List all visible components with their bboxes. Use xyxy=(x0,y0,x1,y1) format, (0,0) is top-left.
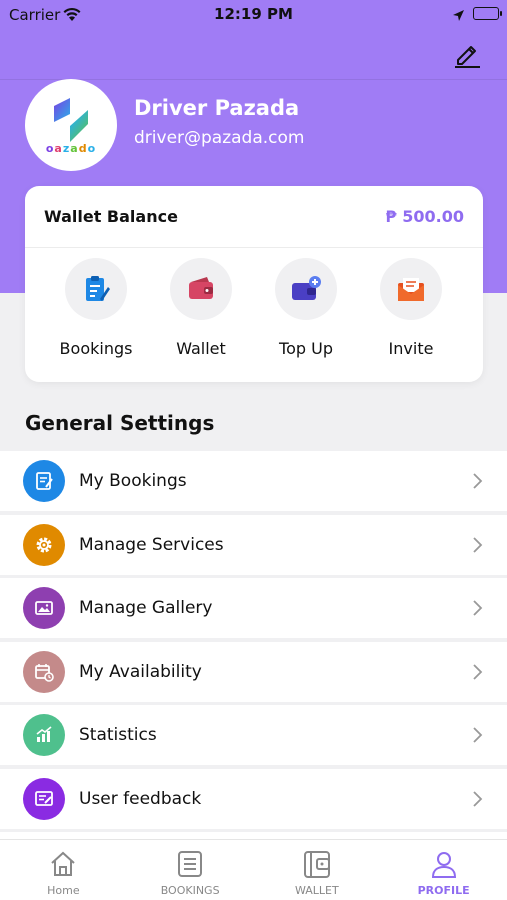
profile-email: driver@pazada.com xyxy=(134,128,305,148)
tab-label: WALLET xyxy=(295,884,339,897)
tab-label: BOOKINGS xyxy=(160,884,220,897)
wallet-icon xyxy=(254,847,381,881)
wallet-card: Wallet Balance ₱ 500.00 Bookings Wallet … xyxy=(25,186,483,382)
battery-icon xyxy=(473,7,502,20)
tab-wallet[interactable]: WALLET xyxy=(254,840,381,900)
wallet-balance-amount: ₱ 500.00 xyxy=(385,207,464,226)
tab-bookings[interactable]: BOOKINGS xyxy=(127,840,254,900)
user-icon xyxy=(380,847,507,881)
tab-profile[interactable]: PROFILE xyxy=(380,840,507,900)
status-bar: Carrier 12:19 PM xyxy=(0,0,507,30)
menu-item-manage-services[interactable]: Manage Services xyxy=(0,514,507,575)
status-time: 12:19 PM xyxy=(214,5,293,23)
tab-home[interactable]: Home xyxy=(0,840,127,900)
settings-menu: My Bookings Manage Services Manage Galle… xyxy=(0,451,507,896)
wallet-balance-label: Wallet Balance xyxy=(44,207,178,226)
feedback-icon xyxy=(23,777,65,820)
quick-action-label: Wallet xyxy=(176,339,226,358)
quick-action-label: Top Up xyxy=(279,339,333,358)
wallet-balance-row[interactable]: Wallet Balance ₱ 500.00 xyxy=(25,186,483,248)
menu-item-label: My Bookings xyxy=(79,471,187,491)
menu-item-label: Statistics xyxy=(79,725,157,745)
wallet-icon xyxy=(170,258,232,320)
menu-item-label: User feedback xyxy=(79,788,202,809)
quick-action-label: Invite xyxy=(388,339,434,358)
home-icon xyxy=(0,847,127,881)
logo-wordmark: oazado xyxy=(45,141,97,155)
list-icon xyxy=(127,847,254,881)
quick-action-bookings[interactable]: Bookings xyxy=(46,258,146,358)
clipboard-icon xyxy=(65,258,127,320)
menu-item-label: My Availability xyxy=(79,661,202,682)
gear-icon xyxy=(23,523,65,566)
chart-icon xyxy=(23,714,65,756)
quick-action-label: Bookings xyxy=(59,339,133,358)
chevron-right-icon xyxy=(473,600,483,616)
tab-bar: Home BOOKINGS WALLET PROFILE xyxy=(0,839,507,900)
clipboard-icon xyxy=(23,460,65,502)
pazada-logo-icon xyxy=(54,97,88,142)
tab-label: Home xyxy=(47,884,80,897)
gallery-icon xyxy=(23,587,65,629)
quick-action-invite[interactable]: Invite xyxy=(361,258,461,358)
chevron-right-icon xyxy=(473,473,483,489)
general-settings-title: General Settings xyxy=(25,411,215,435)
tab-label: PROFILE xyxy=(417,884,470,897)
location-arrow-icon xyxy=(452,7,465,26)
menu-item-my-bookings[interactable]: My Bookings xyxy=(0,451,507,511)
avatar[interactable]: oazado xyxy=(25,79,117,171)
chevron-right-icon xyxy=(473,663,483,680)
chevron-right-icon xyxy=(473,790,483,807)
profile-name: Driver Pazada xyxy=(134,96,300,120)
envelope-icon xyxy=(380,258,442,320)
menu-item-statistics[interactable]: Statistics xyxy=(0,705,507,765)
edit-profile-button[interactable] xyxy=(449,36,485,72)
menu-item-label: Manage Gallery xyxy=(79,598,213,618)
chevron-right-icon xyxy=(473,536,483,553)
menu-item-user-feedback[interactable]: User feedback xyxy=(0,768,507,829)
chevron-right-icon xyxy=(473,727,483,743)
menu-item-my-availability[interactable]: My Availability xyxy=(0,641,507,702)
menu-item-manage-gallery[interactable]: Manage Gallery xyxy=(0,578,507,638)
pencil-icon xyxy=(455,46,480,68)
top-up-icon xyxy=(275,258,337,320)
quick-action-top-up[interactable]: Top Up xyxy=(256,258,356,358)
quick-action-wallet[interactable]: Wallet xyxy=(151,258,251,358)
menu-item-label: Manage Services xyxy=(79,534,224,555)
calendar-clock-icon xyxy=(23,650,65,693)
